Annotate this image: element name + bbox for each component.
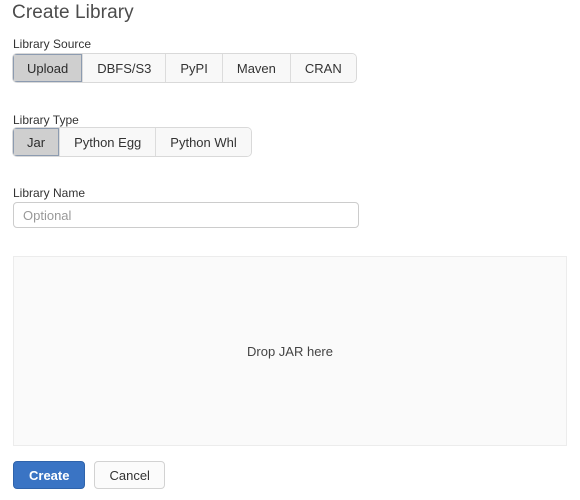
library-type-label: Library Type xyxy=(13,113,79,127)
library-type-button-group: Jar Python Egg Python Whl xyxy=(13,128,251,156)
library-type-option-jar[interactable]: Jar xyxy=(13,128,61,156)
create-library-dialog: Create Library Library Source Upload DBF… xyxy=(0,0,580,500)
library-type-option-python-whl[interactable]: Python Whl xyxy=(156,128,251,156)
library-source-option-cran[interactable]: CRAN xyxy=(290,54,356,82)
cancel-button[interactable]: Cancel xyxy=(94,461,165,489)
create-button[interactable]: Create xyxy=(13,461,86,489)
library-source-option-dbfs-s3[interactable]: DBFS/S3 xyxy=(83,54,167,82)
library-type-option-python-egg[interactable]: Python Egg xyxy=(60,128,157,156)
library-name-label: Library Name xyxy=(13,186,86,200)
page-title: Create Library xyxy=(12,2,134,23)
library-source-button-group: Upload DBFS/S3 PyPI Maven CRAN xyxy=(13,54,356,82)
library-source-option-upload[interactable]: Upload xyxy=(13,54,84,82)
file-dropzone[interactable]: Drop JAR here xyxy=(13,256,567,446)
library-source-option-maven[interactable]: Maven xyxy=(222,54,291,82)
dropzone-label: Drop JAR here xyxy=(247,343,333,359)
library-source-option-pypi[interactable]: PyPI xyxy=(166,54,223,82)
library-name-input[interactable] xyxy=(13,202,359,228)
dialog-footer: Create Cancel xyxy=(13,461,165,489)
library-source-label: Library Source xyxy=(13,37,92,51)
